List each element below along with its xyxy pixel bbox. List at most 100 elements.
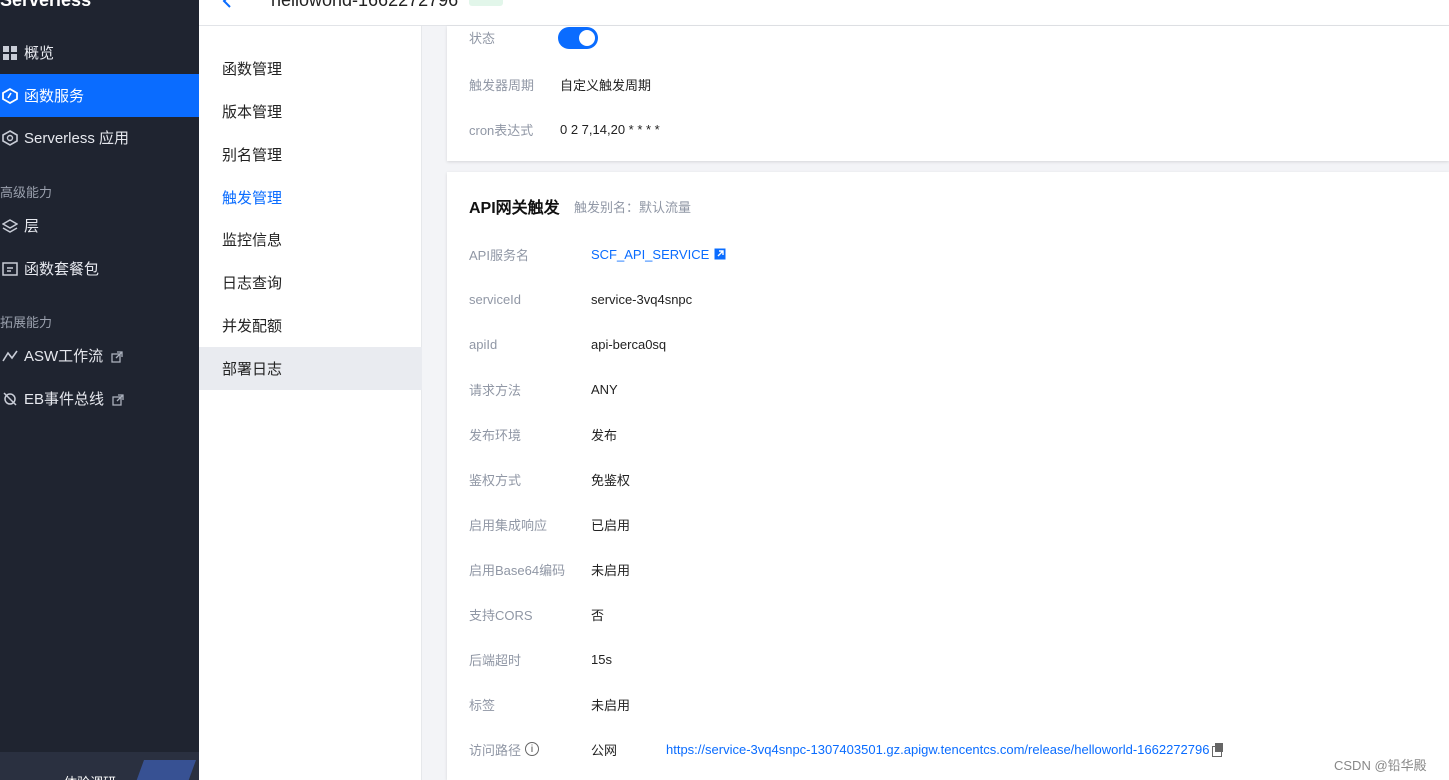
tab-monitor-info[interactable]: 监控信息 <box>199 218 422 261</box>
sidebar-item-label: 层 <box>24 218 40 235</box>
period-label: 触发器周期 <box>469 77 535 93</box>
group-title-extend: 拓展能力 <box>0 315 53 330</box>
detail-label: 鉴权方式 <box>469 472 522 488</box>
cron-row: cron表达式 0 2 7,14,20 * * * * <box>469 119 660 139</box>
access-url-link[interactable]: https://service-3vq4snpc-1307403501.gz.a… <box>666 742 1224 757</box>
detail-row: 启用Base64编码 未启用 <box>469 559 630 579</box>
page-title: helloworld-1662272796 <box>271 0 459 10</box>
detail-label: serviceId <box>469 291 522 307</box>
main-content: 状态 触发器周期 自定义触发周期 cron表达式 0 2 7,14,20 * *… <box>423 26 1449 780</box>
detail-label: 标签 <box>469 697 496 713</box>
status-label: 状态 <box>469 30 496 46</box>
brand-logo[interactable]: Serverless <box>0 0 91 11</box>
detail-label: API服务名 <box>469 247 529 263</box>
detail-row: 支持CORS 否 <box>469 604 604 624</box>
app-icon <box>0 129 20 146</box>
detail-value: 已启用 <box>591 517 631 533</box>
detail-label: 后端超时 <box>469 652 522 668</box>
external-link-icon <box>112 393 124 406</box>
survey-banner[interactable]: 体验调研 <box>0 752 199 780</box>
function-icon <box>0 87 20 104</box>
sidebar-item-label: Serverless 应用 <box>24 130 130 147</box>
detail-row: 后端超时 15s <box>469 649 612 669</box>
info-icon[interactable]: i <box>525 742 540 756</box>
sidebar-item-overview[interactable]: 概览 <box>0 31 199 74</box>
status-row: 状态 <box>469 27 495 47</box>
sidebar-item-label: 函数套餐包 <box>24 261 100 278</box>
detail-row: 标签 未启用 <box>469 694 630 714</box>
sidebar-item-layers[interactable]: 层 <box>0 204 199 247</box>
sidebar-item-label: 函数服务 <box>24 88 85 105</box>
watermark: CSDN @铅华殿 <box>1334 758 1427 773</box>
detail-row: apiId api-berca0sq <box>469 334 666 354</box>
tab-function-manage[interactable]: 函数管理 <box>199 47 422 90</box>
survey-text: 体验调研 <box>64 772 116 780</box>
workflow-icon <box>0 348 20 364</box>
group-title-advanced: 高级能力 <box>0 185 53 200</box>
grid-icon <box>0 45 20 61</box>
api-service-link[interactable]: SCF_API_SERVICE <box>591 247 726 262</box>
detail-value: 免鉴权 <box>591 472 631 488</box>
function-submenu: 函数管理 版本管理 别名管理 触发管理 监控信息 日志查询 并发配额 部署日志 <box>199 26 422 780</box>
copy-icon[interactable] <box>1212 743 1224 757</box>
detail-value: 15s <box>591 651 612 667</box>
eventbus-icon <box>0 391 20 407</box>
detail-row: 鉴权方式 免鉴权 <box>469 469 630 489</box>
detail-row: serviceId service-3vq4snpc <box>469 289 692 309</box>
package-icon <box>0 261 20 277</box>
access-url[interactable]: https://service-3vq4snpc-1307403501.gz.a… <box>666 742 1209 757</box>
external-link-icon <box>111 350 123 363</box>
cron-value: 0 2 7,14,20 * * * * <box>560 121 660 137</box>
tab-log-query[interactable]: 日志查询 <box>199 261 422 304</box>
sidebar-item-eb-eventbus[interactable]: EB事件总线 <box>0 377 199 420</box>
section-title: API网关触发 <box>469 200 560 217</box>
period-row: 触发器周期 自定义触发周期 <box>469 74 651 94</box>
external-link-icon[interactable] <box>714 248 726 260</box>
layers-icon <box>0 218 20 234</box>
tab-concurrency-quota[interactable]: 并发配额 <box>199 304 422 347</box>
detail-value: 未启用 <box>591 697 631 713</box>
detail-label: 启用集成响应 <box>469 517 548 533</box>
access-path-row: 访问路径 i 公网 https://service-3vq4snpc-13074… <box>469 739 1224 759</box>
access-scope: 公网 <box>591 742 618 758</box>
detail-value: 否 <box>591 607 605 623</box>
api-service-name[interactable]: SCF_API_SERVICE <box>591 247 709 262</box>
detail-value: 发布 <box>591 427 618 443</box>
cron-label: cron表达式 <box>469 122 534 138</box>
detail-value: 未启用 <box>591 562 631 578</box>
detail-value: ANY <box>591 381 618 397</box>
detail-label: 请求方法 <box>469 382 522 398</box>
page-header: helloworld-1662272796 <box>199 0 1449 26</box>
status-badge <box>469 0 503 6</box>
back-arrow-icon[interactable] <box>221 0 235 8</box>
detail-label: 支持CORS <box>469 607 533 623</box>
tab-trigger-manage[interactable]: 触发管理 <box>199 176 422 219</box>
detail-row: 启用集成响应 已启用 <box>469 514 630 534</box>
sidebar-item-function-service[interactable]: 函数服务 <box>0 74 199 117</box>
detail-label: 启用Base64编码 <box>469 562 566 578</box>
banner-decoration <box>135 760 197 780</box>
sidebar-item-package[interactable]: 函数套餐包 <box>0 247 199 290</box>
detail-label: 发布环境 <box>469 427 522 443</box>
period-value: 自定义触发周期 <box>560 77 652 93</box>
detail-row: API服务名 SCF_API_SERVICE <box>469 244 726 264</box>
api-gateway-trigger-card: API网关触发 触发别名：默认流量 API服务名 SCF_API_SERVICE… <box>447 172 1449 780</box>
status-toggle[interactable] <box>558 27 598 49</box>
sidebar: Serverless 概览 函数服务 Serverless 应用 高级能力 层 … <box>0 0 199 780</box>
detail-value: api-berca0sq <box>591 336 667 352</box>
detail-label: apiId <box>469 336 498 352</box>
sidebar-item-label: EB事件总线 <box>24 391 105 408</box>
tab-deploy-log[interactable]: 部署日志 <box>199 347 422 390</box>
access-path-label: 访问路径 <box>469 742 522 758</box>
detail-row: 请求方法 ANY <box>469 379 618 399</box>
sidebar-item-serverless-app[interactable]: Serverless 应用 <box>0 116 199 159</box>
trigger-alias: 触发别名：默认流量 <box>574 200 692 215</box>
detail-value: service-3vq4snpc <box>591 291 693 307</box>
timer-trigger-card: 状态 触发器周期 自定义触发周期 cron表达式 0 2 7,14,20 * *… <box>447 26 1449 161</box>
sidebar-item-asw-workflow[interactable]: ASW工作流 <box>0 334 199 377</box>
tab-version-manage[interactable]: 版本管理 <box>199 90 422 133</box>
sidebar-item-label: 概览 <box>24 45 55 62</box>
tab-alias-manage[interactable]: 别名管理 <box>199 133 422 176</box>
detail-row: 发布环境 发布 <box>469 424 617 444</box>
sidebar-item-label: ASW工作流 <box>24 348 104 365</box>
